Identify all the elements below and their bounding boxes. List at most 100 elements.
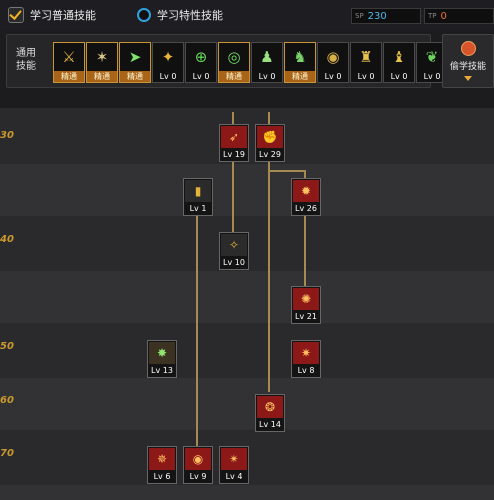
skill-level-label: Lv 6 [153,472,171,481]
skill-level-label: 精通 [285,71,315,82]
common-skill-slot[interactable]: ⚔ 精通 [53,42,85,83]
tree-connector [232,160,234,232]
sp-value: 230 [367,10,387,22]
claw-icon: ✴ [221,448,247,470]
fighter-icon: ♟ [260,48,274,66]
skill-node-lv8[interactable]: ✷ Lv 8 [291,340,321,378]
tab-normal-skills-label: 学习普通技能 [30,9,96,22]
common-skill-slot[interactable]: ✶ 精通 [86,42,118,83]
skill-node-lv6[interactable]: ✵ Lv 6 [147,446,177,484]
skill-level-label: Lv 14 [259,420,281,429]
level-marker-50: 50 [0,341,14,352]
skill-level-label: Lv 9 [189,472,207,481]
common-skill-slot[interactable]: ➤ 精通 [119,42,151,83]
blaze-icon: ✷ [293,342,319,364]
tree-connector [268,160,270,392]
bullet-icon: ▮ [185,180,211,202]
skill-level-label: Lv 0 [318,71,348,82]
skill-node-lv19[interactable]: ➶ Lv 19 [219,124,249,162]
common-skill-slot[interactable]: ✦ Lv 0 [152,42,184,83]
skill-level-label: Lv 0 [186,71,216,82]
shield-icon: ◉ [326,48,340,66]
checkmark-icon [8,7,24,23]
common-skills-label: 通用技能 [16,48,36,72]
wings-icon: ✦ [161,48,175,66]
tree-connector [304,214,306,286]
warrior-icon: ♜ [359,48,373,66]
common-skills-panel: 通用技能 ⚔ 精通 ✶ 精通 ➤ 精通 ✦ Lv 0 ⊕ Lv 0 ◎ 精通 ♟ Lv 0 ♞ 精通 ◉ Lv 0… [6,34,448,88]
skill-level-label: 精通 [219,71,249,82]
steal-skill-button[interactable]: 偷学技能 [442,34,494,88]
skill-level-label: Lv 0 [351,71,381,82]
chevron-down-icon[interactable] [464,76,472,81]
skill-tree: 30 40 50 60 70 ➶ Lv 19 ✊ Lv 29 ▮ Lv 1 ✹ Lv 26 ✧ L… [0,108,494,500]
sp-tag: SP [355,12,364,20]
skill-level-label: Lv 0 [153,71,183,82]
skill-level-label: Lv 8 [297,366,315,375]
common-skill-slot[interactable]: ♞ 精通 [284,42,316,83]
level-band [0,271,494,323]
skill-node-lv29[interactable]: ✊ Lv 29 [255,124,285,162]
common-skill-slot[interactable]: ⊕ Lv 0 [185,42,217,83]
skill-level-label: 精通 [54,71,84,82]
tab-normal-skills[interactable]: 学习普通技能 [8,6,96,24]
target-icon: ◎ [227,48,241,66]
tree-connector [304,170,306,178]
level-band [0,485,494,500]
stance-icon: ⚔ [62,48,76,66]
common-skill-slot[interactable]: ♝ Lv 0 [383,42,415,83]
skill-level-label: Lv 26 [295,204,317,213]
beast-icon: ❂ [257,396,283,418]
level-marker-60: 60 [0,395,14,406]
ring-icon: ◉ [185,448,211,470]
steal-skill-label: 偷学技能 [449,62,486,72]
skill-node-lv9[interactable]: ◉ Lv 9 [183,446,213,484]
top-bar: 学习普通技能 学习特性技能 SP 230 TP 0 [0,0,494,30]
claw-slash-icon: ➶ [221,126,247,148]
skill-level-label: Lv 29 [259,150,281,159]
skill-node-lv10[interactable]: ✧ Lv 10 [219,232,249,270]
radio-circle-icon [137,8,151,22]
level-marker-40: 40 [0,234,14,245]
skill-node-lv21[interactable]: ✺ Lv 21 [291,286,321,324]
tab-trait-skills[interactable]: 学习特性技能 [137,6,223,24]
explosion-icon: ✸ [149,342,175,364]
flame-icon: ✹ [293,180,319,202]
gunshot-icon: ✧ [221,234,247,256]
skill-level-label: Lv 1 [189,204,207,213]
skill-level-label: Lv 21 [295,312,317,321]
skill-level-label: Lv 19 [223,150,245,159]
skill-node-lv14[interactable]: ❂ Lv 14 [255,394,285,432]
kick-burst-icon: ✺ [293,288,319,310]
skill-level-label: Lv 0 [384,71,414,82]
common-skill-slot[interactable]: ◎ 精通 [218,42,250,83]
sp-counter: SP 230 [351,8,421,24]
crosshair-icon: ⊕ [194,48,208,66]
skill-node-lv4[interactable]: ✴ Lv 4 [219,446,249,484]
kick-icon: ♞ [293,48,307,66]
skill-level-label: Lv 10 [223,258,245,267]
level-marker-70: 70 [0,448,14,459]
tree-connector [196,214,198,446]
tree-connector [268,170,306,172]
skill-level-label: Lv 0 [252,71,282,82]
skill-node-lv1[interactable]: ▮ Lv 1 [183,178,213,216]
skill-level-label: 精通 [120,71,150,82]
fist-icon: ✊ [257,126,283,148]
common-skill-slot[interactable]: ◉ Lv 0 [317,42,349,83]
tree-connector [268,112,270,124]
skill-node-lv13[interactable]: ✸ Lv 13 [147,340,177,378]
skill-level-label: 精通 [87,71,117,82]
common-skill-slot[interactable]: ♟ Lv 0 [251,42,283,83]
common-skill-slot[interactable]: ♜ Lv 0 [350,42,382,83]
dash-icon: ➤ [128,48,142,66]
power-icon: ♝ [392,48,406,66]
tp-counter: TP 0 [424,8,494,24]
fire-slash-icon: ✵ [149,448,175,470]
tab-trait-skills-label: 学习特性技能 [157,9,223,22]
skill-node-lv26[interactable]: ✹ Lv 26 [291,178,321,216]
skill-level-label: Lv 13 [151,366,173,375]
level-band [0,164,494,216]
level-band [0,378,494,430]
tp-value: 0 [440,10,447,22]
